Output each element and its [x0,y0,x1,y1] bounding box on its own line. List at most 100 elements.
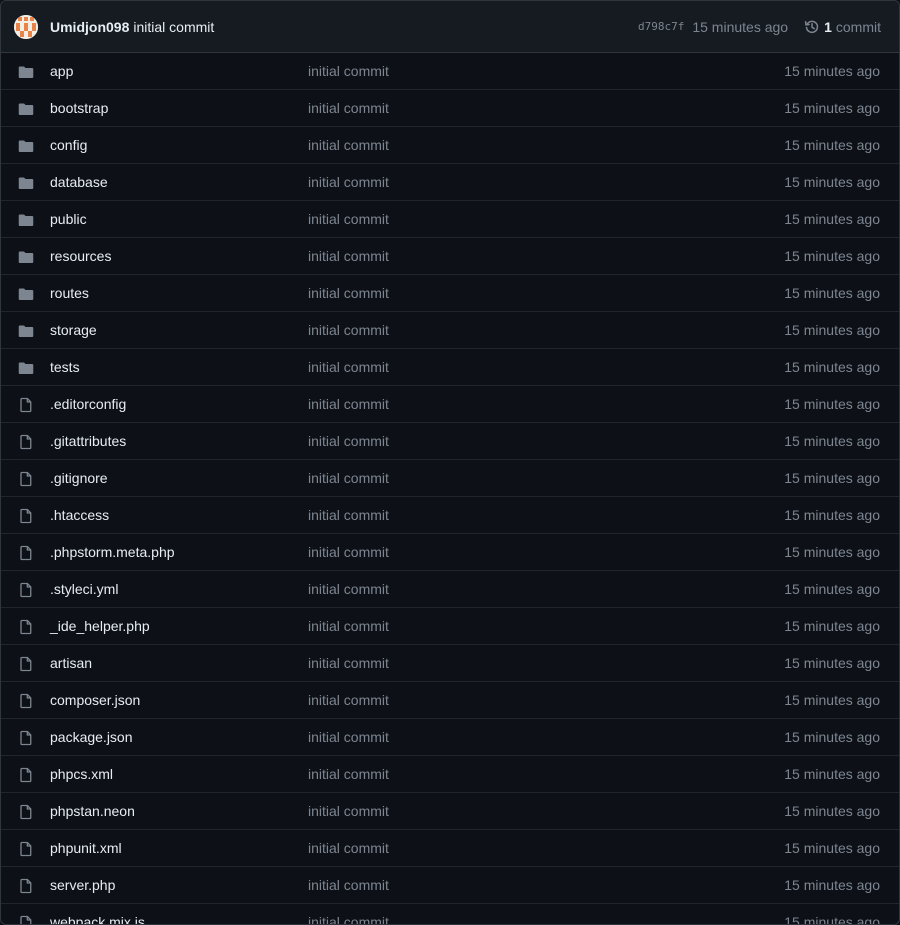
file-name-link[interactable]: .styleci.yml [50,581,118,597]
file-row[interactable]: .phpstorm.meta.php initial commit 15 minut… [1,534,899,571]
file-commit-message-link[interactable]: initial commit [308,137,389,153]
file-name-link[interactable]: storage [50,322,97,338]
file-name-link[interactable]: bootstrap [50,100,108,116]
file-name-link[interactable]: resources [50,248,111,264]
file-commit-time: 15 minutes ago [784,137,880,153]
file-name-link[interactable]: composer.json [50,692,140,708]
file-row[interactable]: tests initial commit 15 minutes ago [1,349,899,386]
file-commit-time: 15 minutes ago [784,877,880,893]
file-name-link[interactable]: phpcs.xml [50,766,113,782]
file-commit-message-link[interactable]: initial commit [308,692,389,708]
file-row[interactable]: webpack.mix.js initial commit 15 minutes a… [1,904,899,925]
file-name-link[interactable]: .phpstorm.meta.php [50,544,175,560]
file-icon [18,545,34,561]
file-row[interactable]: phpstan.neon initial commit 15 minutes ago [1,793,899,830]
file-icon [18,841,34,857]
file-row[interactable]: bootstrap initial commit 15 minutes ago [1,90,899,127]
commit-count: 1 [824,18,832,35]
file-name-link[interactable]: config [50,137,87,153]
commit-author-link[interactable]: Umidjon098 [50,19,129,35]
file-commit-time: 15 minutes ago [784,729,880,745]
commit-sha-link[interactable]: d798c7f [638,20,684,33]
file-name-link[interactable]: server.php [50,877,115,893]
file-row[interactable]: public initial commit 15 minutes ago [1,201,899,238]
file-row[interactable]: database initial commit 15 minutes ago [1,164,899,201]
file-commit-time: 15 minutes ago [784,433,880,449]
file-row[interactable]: .editorconfig initial commit 15 minutes ag… [1,386,899,423]
file-commit-message-link[interactable]: initial commit [308,840,389,856]
folder-icon [18,249,34,265]
file-commit-message-link[interactable]: initial commit [308,100,389,116]
file-commit-time: 15 minutes ago [784,840,880,856]
file-commit-message-link[interactable]: initial commit [308,544,389,560]
file-commit-message-link[interactable]: initial commit [308,359,389,375]
file-name-link[interactable]: artisan [50,655,92,671]
file-commit-message-link[interactable]: initial commit [308,433,389,449]
file-row[interactable]: _ide_helper.php initial commit 15 minutes … [1,608,899,645]
commit-message-link[interactable]: initial commit [133,19,214,35]
file-row[interactable]: .gitignore initial commit 15 minutes ago [1,460,899,497]
file-name-link[interactable]: .htaccess [50,507,109,523]
file-commit-time: 15 minutes ago [784,470,880,486]
file-name-link[interactable]: routes [50,285,89,301]
file-icon [18,656,34,672]
file-name-link[interactable]: phpunit.xml [50,840,122,856]
file-icon [18,693,34,709]
file-commit-message-link[interactable]: initial commit [308,877,389,893]
file-row[interactable]: config initial commit 15 minutes ago [1,127,899,164]
file-commit-message-link[interactable]: initial commit [308,174,389,190]
file-row[interactable]: .styleci.yml initial commit 15 minutes ago [1,571,899,608]
file-commit-message-link[interactable]: initial commit [308,248,389,264]
file-name-link[interactable]: package.json [50,729,133,745]
file-row[interactable]: package.json initial commit 15 minutes ago [1,719,899,756]
file-name-link[interactable]: _ide_helper.php [50,618,150,634]
file-name-link[interactable]: .gitignore [50,470,108,486]
file-row[interactable]: routes initial commit 15 minutes ago [1,275,899,312]
file-commit-message-link[interactable]: initial commit [308,285,389,301]
file-name-link[interactable]: app [50,63,73,79]
commit-time: 15 minutes ago [692,18,789,35]
file-row[interactable]: artisan initial commit 15 minutes ago [1,645,899,682]
file-name-link[interactable]: .gitattributes [50,433,126,449]
file-name-link[interactable]: .editorconfig [50,396,126,412]
file-row[interactable]: .gitattributes initial commit 15 minutes a… [1,423,899,460]
file-name-link[interactable]: webpack.mix.js [50,914,145,924]
file-commit-message-link[interactable]: initial commit [308,766,389,782]
file-commit-message-link[interactable]: initial commit [308,581,389,597]
file-row[interactable]: .htaccess initial commit 15 minutes ago [1,497,899,534]
folder-icon [18,286,34,302]
file-row[interactable]: composer.json initial commit 15 minutes ag… [1,682,899,719]
file-commit-message-link[interactable]: initial commit [308,507,389,523]
file-commit-time: 15 minutes ago [784,618,880,634]
file-commit-time: 15 minutes ago [784,914,880,925]
latest-commit-bar: Umidjon098 initial commit d798c7f 15 min… [1,1,899,53]
commit-history-link[interactable]: 1 commit [804,19,881,35]
file-name-link[interactable]: phpstan.neon [50,803,135,819]
file-commit-message-link[interactable]: initial commit [308,655,389,671]
folder-icon [18,360,34,376]
file-commit-time: 15 minutes ago [784,248,880,264]
file-name-link[interactable]: database [50,174,108,190]
file-row[interactable]: server.php initial commit 15 minutes ago [1,867,899,904]
file-commit-message-link[interactable]: initial commit [308,322,389,338]
file-row[interactable]: storage initial commit 15 minutes ago [1,312,899,349]
file-commit-message-link[interactable]: initial commit [308,470,389,486]
file-row[interactable]: app initial commit 15 minutes ago [1,53,899,90]
file-name-link[interactable]: tests [50,359,80,375]
file-row[interactable]: phpcs.xml initial commit 15 minutes ago [1,756,899,793]
file-row[interactable]: phpunit.xml initial commit 15 minutes ago [1,830,899,867]
file-name-link[interactable]: public [50,211,87,227]
file-commit-message-link[interactable]: initial commit [308,396,389,412]
file-commit-message-link[interactable]: initial commit [308,63,389,79]
file-commit-time: 15 minutes ago [784,285,880,301]
file-commit-message-link[interactable]: initial commit [308,211,389,227]
file-commit-time: 15 minutes ago [784,581,880,597]
file-commit-message-link[interactable]: initial commit [308,914,389,924]
file-commit-time: 15 minutes ago [784,766,880,782]
author-avatar[interactable] [14,14,38,39]
file-commit-message-link[interactable]: initial commit [308,729,389,745]
file-commit-message-link[interactable]: initial commit [308,618,389,634]
file-row[interactable]: resources initial commit 15 minutes ago [1,238,899,275]
file-list: app initial commit 15 minutes ago bootstrap… [1,53,899,925]
file-commit-message-link[interactable]: initial commit [308,803,389,819]
